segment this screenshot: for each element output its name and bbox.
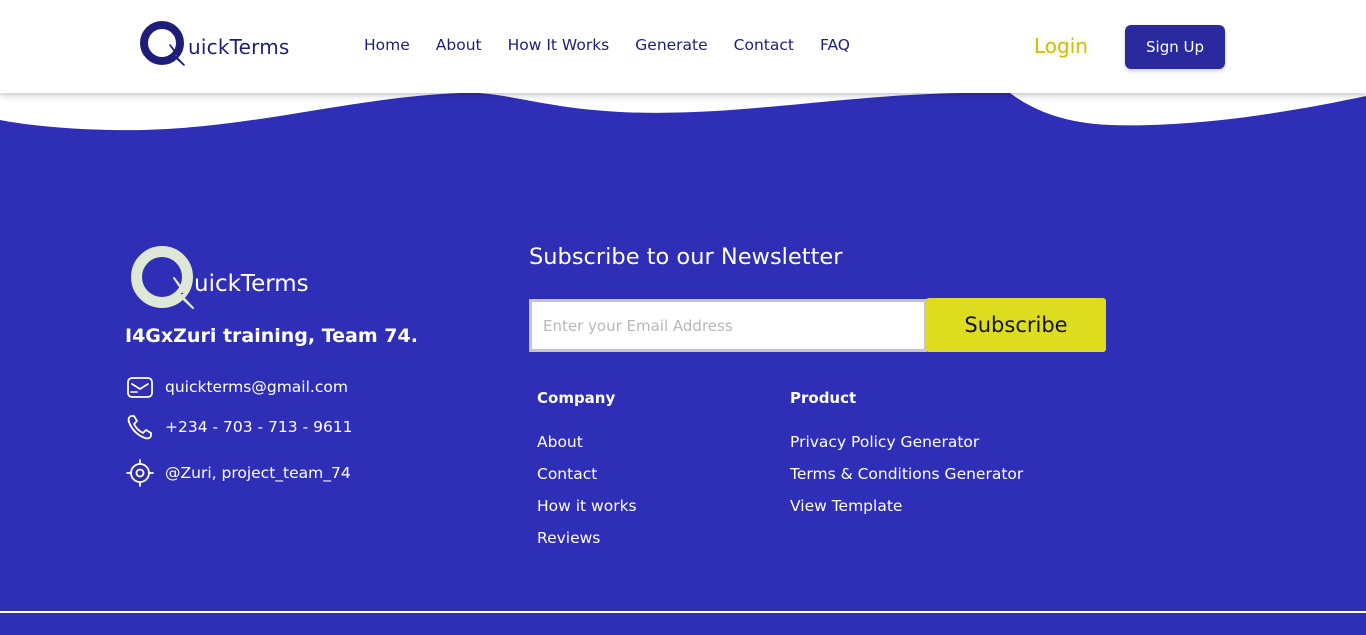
contact-phone[interactable]: +234 - 703 - 713 - 9611: [125, 412, 353, 442]
nav-generate[interactable]: Generate: [635, 36, 707, 58]
footer-link-reviews[interactable]: Reviews: [537, 529, 600, 547]
footer-link-about[interactable]: About: [537, 433, 583, 451]
company-heading: Company: [537, 389, 616, 407]
nav-faq[interactable]: FAQ: [820, 36, 850, 58]
footer-link-terms-conditions[interactable]: Terms & Conditions Generator: [790, 465, 1023, 483]
lightning-bolt-icon: [169, 44, 185, 66]
footer-logo-text: uickTerms: [194, 271, 309, 297]
logo-text: uickTerms: [188, 35, 290, 59]
main-nav: Home About How It Works Generate Contact…: [364, 36, 876, 58]
nav-how-it-works[interactable]: How It Works: [508, 36, 610, 58]
header-wave: [0, 88, 1366, 131]
login-link[interactable]: Login: [1034, 34, 1088, 58]
mail-icon: [127, 377, 153, 398]
location-icon: [126, 459, 154, 487]
nav-home[interactable]: Home: [364, 36, 410, 58]
product-heading: Product: [790, 389, 857, 407]
subscribe-button[interactable]: Subscribe: [926, 298, 1106, 352]
footer-divider: [0, 611, 1366, 613]
contact-phone-text: +234 - 703 - 713 - 9611: [165, 418, 353, 436]
site-header: uickTerms Home About How It Works Genera…: [0, 0, 1366, 93]
footer-link-privacy-policy[interactable]: Privacy Policy Generator: [790, 433, 979, 451]
footer-link-contact[interactable]: Contact: [537, 465, 597, 483]
team-tagline: I4GxZuri training, Team 74.: [125, 325, 418, 347]
footer-logo[interactable]: uickTerms: [128, 244, 328, 314]
footer-link-view-template[interactable]: View Template: [790, 497, 902, 515]
nav-about[interactable]: About: [436, 36, 482, 58]
contact-email-text: quickterms@gmail.com: [165, 378, 348, 396]
contact-email[interactable]: quickterms@gmail.com: [125, 372, 348, 402]
contact-social-text: @Zuri, project_team_74: [165, 464, 351, 482]
header-logo[interactable]: uickTerms: [140, 19, 300, 69]
newsletter-title: Subscribe to our Newsletter: [529, 244, 843, 270]
signup-button[interactable]: Sign Up: [1125, 25, 1225, 69]
contact-social[interactable]: @Zuri, project_team_74: [125, 458, 351, 488]
footer-link-how-it-works[interactable]: How it works: [537, 497, 637, 515]
phone-icon: [127, 415, 152, 440]
email-input[interactable]: [529, 299, 927, 352]
nav-contact[interactable]: Contact: [734, 36, 794, 58]
